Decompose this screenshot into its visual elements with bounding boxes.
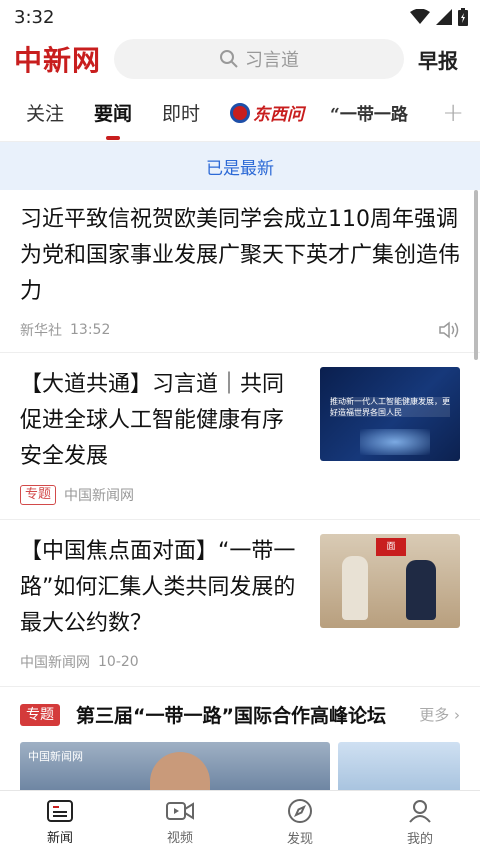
news-item[interactable]: 【中国焦点面对面】“一带一路”如何汇集人类共同发展的最大公约数？ 中国新闻网 1…: [0, 520, 480, 687]
news-time: 10-20: [98, 654, 139, 670]
morning-report-button[interactable]: 早报: [418, 36, 468, 74]
thumbnail-glow: [360, 429, 430, 455]
special-title[interactable]: 第三届“一带一路”国际合作高峰论坛: [76, 701, 419, 728]
news-meta: 专题 中国新闻网: [20, 485, 302, 505]
status-icons: [410, 8, 468, 26]
news-thumbnail: 面: [320, 534, 460, 628]
tab-headlines[interactable]: 要闻: [94, 99, 132, 140]
nav-profile[interactable]: 我的: [360, 791, 480, 854]
thumbnail-person: [406, 560, 436, 620]
more-link[interactable]: 更多 ›: [419, 704, 460, 725]
status-bar: 3:32: [0, 0, 480, 34]
tab-dongxiwen-label: 东西问: [253, 105, 305, 125]
nav-news-label: 新闻: [46, 831, 73, 846]
thumbnail-sign: 面: [376, 538, 406, 556]
compass-icon: [288, 799, 312, 823]
news-meta: 中国新闻网 10-20: [20, 652, 302, 672]
scrollbar[interactable]: [474, 190, 478, 360]
search-icon: [220, 50, 238, 68]
news-item[interactable]: 习近平致信祝贺欧美同学会成立110周年强调 为党和国家事业发展广聚天下英才广集创…: [0, 188, 480, 353]
image-person: [150, 752, 210, 790]
news-source: 中国新闻网: [64, 488, 135, 504]
news-feed[interactable]: 习近平致信祝贺欧美同学会成立110周年强调 为党和国家事业发展广聚天下英才广集创…: [0, 188, 480, 790]
news-icon: [47, 800, 73, 822]
dongxiwen-logo-icon: [230, 102, 251, 123]
app-logo[interactable]: 中新网: [14, 39, 108, 79]
search-box[interactable]: 习言道: [114, 39, 404, 79]
morning-report-label: 早报: [418, 48, 458, 73]
channel-tabs: 关注 要闻 即时 东西问 “一带一路 +: [0, 84, 480, 142]
news-time: 13:52: [70, 322, 111, 338]
speaker-icon[interactable]: [438, 320, 460, 340]
nav-video-label: 视频: [166, 831, 193, 846]
news-item[interactable]: 【大道共通】习言道｜共同促进全球人工智能健康有序安全发展 专题 中国新闻网 推动…: [0, 353, 480, 520]
tab-follow[interactable]: 关注: [26, 99, 64, 126]
topic-tag: 专题: [20, 485, 57, 505]
thumbnail-person: [342, 556, 368, 620]
profile-icon: [409, 800, 431, 823]
top-bar: 中新网 习言道 早报: [0, 34, 480, 84]
news-title: 【中国焦点面对面】“一带一路”如何汇集人类共同发展的最大公约数？: [20, 539, 296, 636]
news-title: 习近平致信祝贺欧美同学会成立110周年强调 为党和国家事业发展广聚天下英才广集创…: [20, 207, 461, 304]
nav-profile-label: 我的: [406, 832, 433, 847]
news-thumbnail: 推动新一代人工智能健康发展，更好造福世界各国人民: [320, 367, 460, 461]
status-time: 3:32: [14, 6, 55, 28]
nav-discover[interactable]: 发现: [240, 791, 360, 854]
tab-dongxiwen[interactable]: 东西问: [230, 100, 304, 125]
signal-icon: [436, 9, 452, 25]
battery-icon: [458, 8, 468, 26]
news-source: 中国新闻网: [20, 655, 90, 671]
nav-video[interactable]: 视频: [120, 791, 240, 854]
more-label: 更多: [419, 706, 450, 724]
bottom-nav: 新闻 视频 发现 我的: [0, 790, 480, 854]
special-images: 中国新闻网: [20, 742, 460, 790]
search-placeholder: 习言道: [245, 50, 299, 71]
wifi-icon: [410, 9, 430, 24]
image-watermark: 中国新闻网: [28, 750, 83, 763]
special-topic-section[interactable]: 专题 第三届“一带一路”国际合作高峰论坛 更多 › 中国新闻网: [0, 687, 480, 790]
special-image[interactable]: 中国新闻网: [20, 742, 330, 790]
nav-discover-label: 发现: [286, 832, 313, 847]
news-meta: 新华社 13:52: [20, 320, 460, 340]
special-image[interactable]: [338, 742, 460, 790]
tab-belt-road[interactable]: “一带一路: [330, 100, 412, 125]
video-icon: [166, 802, 194, 820]
thumbnail-caption: 推动新一代人工智能健康发展，更好造福世界各国人民: [330, 397, 450, 417]
add-channel-icon[interactable]: +: [442, 98, 464, 128]
special-tag: 专题: [20, 703, 60, 726]
tab-realtime[interactable]: 即时: [162, 99, 200, 126]
news-title: 【大道共通】习言道｜共同促进全球人工智能健康有序安全发展: [20, 372, 285, 469]
nav-news[interactable]: 新闻: [0, 791, 120, 854]
refresh-banner: 已是最新: [0, 142, 480, 190]
special-topic-header: 专题 第三届“一带一路”国际合作高峰论坛 更多 ›: [20, 701, 460, 728]
news-source: 新华社: [20, 323, 62, 339]
